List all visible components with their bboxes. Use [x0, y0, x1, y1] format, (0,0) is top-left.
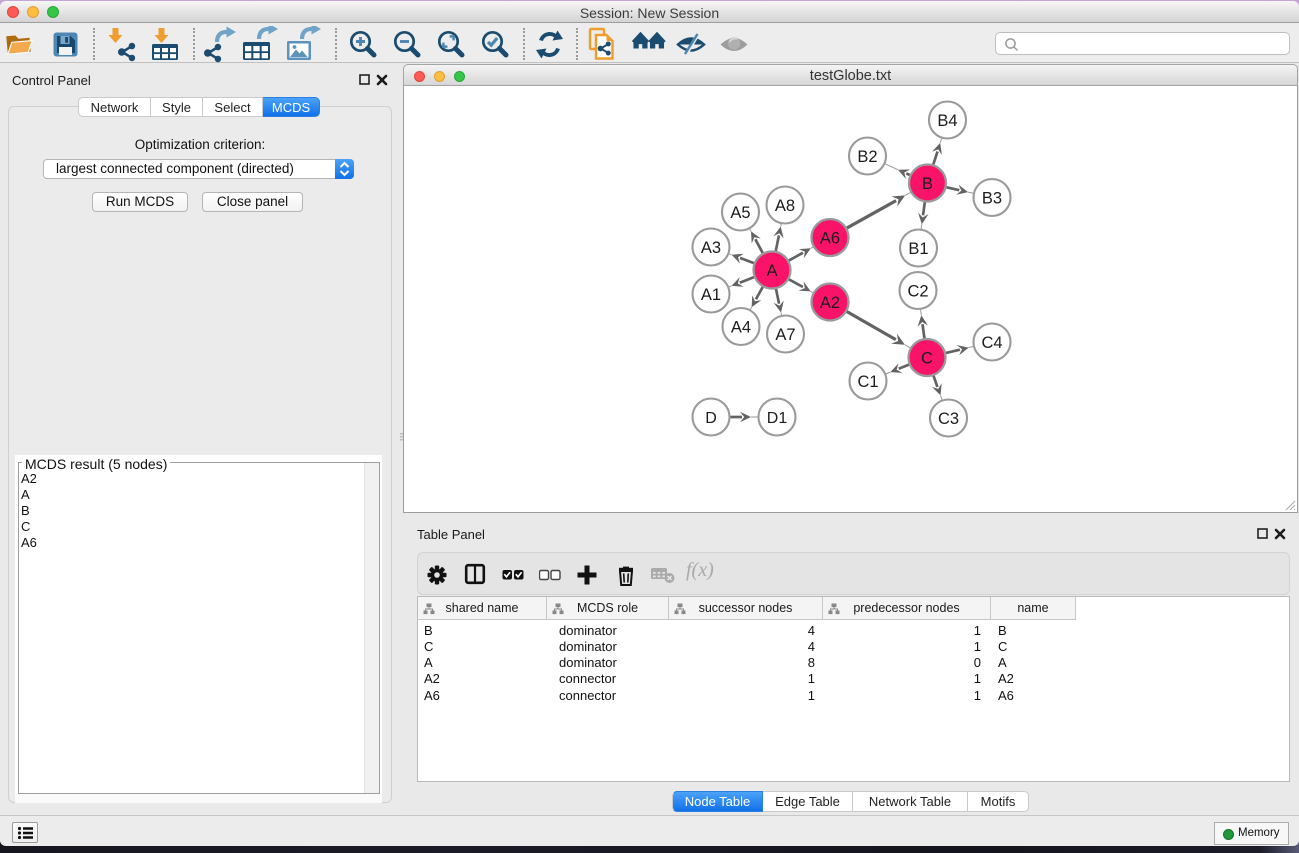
svg-text:C3: C3: [938, 410, 959, 428]
svg-text:A8: A8: [775, 197, 795, 215]
svg-text:A7: A7: [775, 326, 795, 344]
svg-text:A2: A2: [820, 294, 840, 312]
svg-text:D1: D1: [767, 410, 788, 427]
svg-text:B: B: [922, 175, 933, 193]
svg-text:C2: C2: [907, 282, 928, 300]
svg-text:A5: A5: [730, 204, 750, 222]
svg-text:B3: B3: [982, 189, 1002, 207]
svg-text:C: C: [921, 349, 933, 367]
svg-text:A4: A4: [731, 318, 751, 336]
svg-text:C1: C1: [857, 373, 878, 391]
svg-text:C4: C4: [981, 334, 1002, 352]
svg-text:A6: A6: [820, 229, 840, 247]
svg-text:A1: A1: [701, 286, 721, 304]
svg-text:B1: B1: [908, 240, 928, 258]
svg-text:A: A: [766, 262, 777, 280]
svg-text:D: D: [705, 410, 717, 427]
svg-text:B4: B4: [937, 112, 957, 130]
svg-text:B2: B2: [857, 148, 877, 166]
svg-text:A3: A3: [701, 239, 721, 257]
